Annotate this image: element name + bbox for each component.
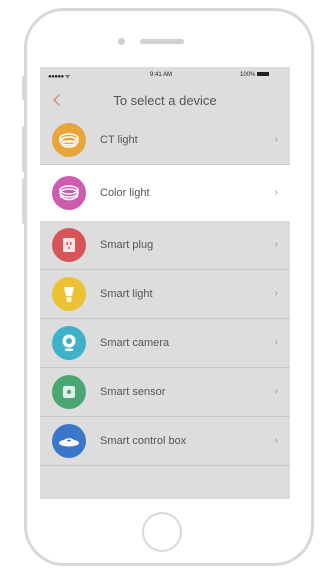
device-item-smart-sensor[interactable]: Smart sensor › <box>40 368 290 417</box>
status-bar: ●●●●● ᯤ 9:41 AM 100% <box>40 67 290 87</box>
device-item-smart-camera[interactable]: Smart camera › <box>40 319 290 368</box>
earpiece-speaker <box>140 39 184 44</box>
signal-indicator: ●●●●● ᯤ <box>48 74 70 80</box>
battery-percent: 100% <box>240 72 256 78</box>
ct-light-icon <box>52 123 86 157</box>
volume-down-button <box>22 178 26 224</box>
control-box-icon <box>52 424 86 458</box>
device-label: Color light <box>100 187 150 199</box>
chevron-right-icon: › <box>274 287 278 299</box>
device-item-smart-control-box[interactable]: Smart control box › <box>40 417 290 466</box>
home-button[interactable] <box>142 512 182 552</box>
mute-switch <box>22 76 26 100</box>
color-light-icon <box>52 176 86 210</box>
chevron-right-icon: › <box>274 336 278 348</box>
smart-plug-icon <box>52 228 86 262</box>
device-label: CT light <box>100 134 138 146</box>
volume-up-button <box>22 126 26 172</box>
status-time: 9:41 AM <box>150 72 173 78</box>
front-camera <box>118 38 125 45</box>
smart-sensor-icon <box>52 375 86 409</box>
device-label: Smart control box <box>100 435 187 447</box>
chevron-right-icon: › <box>274 133 278 145</box>
device-list: CT light › Color light › Smart plug › Sm… <box>40 116 290 466</box>
device-item-color-light[interactable]: Color light › <box>40 165 290 221</box>
battery-icon <box>257 72 270 77</box>
smart-light-icon <box>52 277 86 311</box>
battery-indicator: 100% <box>240 72 270 78</box>
chevron-right-icon: › <box>274 385 278 397</box>
device-label: Smart plug <box>100 239 154 251</box>
chevron-right-icon: › <box>274 434 278 446</box>
nav-bar: To select a device <box>40 87 290 115</box>
chevron-right-icon: › <box>274 186 278 198</box>
smart-camera-icon <box>52 326 86 360</box>
page-title: To select a device <box>113 93 217 108</box>
device-label: Smart sensor <box>100 386 166 398</box>
device-label: Smart light <box>100 288 153 300</box>
app-screen: ●●●●● ᯤ 9:41 AM 100% To select a device … <box>40 67 290 499</box>
chevron-right-icon: › <box>274 238 278 250</box>
device-label: Smart camera <box>100 337 170 349</box>
device-item-ct-light[interactable]: CT light › <box>40 116 290 165</box>
device-item-smart-light[interactable]: Smart light › <box>40 270 290 319</box>
device-item-smart-plug[interactable]: Smart plug › <box>40 221 290 270</box>
